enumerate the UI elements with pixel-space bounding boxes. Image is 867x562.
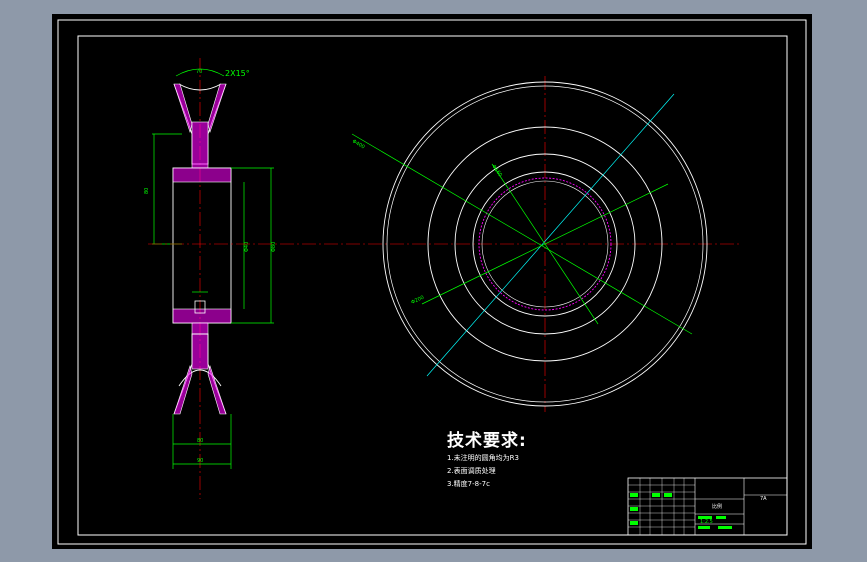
top-width-label: 70	[196, 69, 202, 75]
d-mid-label: Φ200	[410, 295, 425, 306]
top-right-hatch	[207, 83, 227, 134]
d-outer-label: Φ400	[351, 139, 366, 151]
left-height-label: 80	[144, 188, 150, 194]
bottom-web-hatch	[191, 322, 209, 370]
side-dimensions	[152, 68, 274, 469]
outer-frame	[57, 19, 807, 545]
cad-viewport[interactable]: 2X15° 70 80 Φ40 Φ80 80 90 Φ400 Φ200 Φ160…	[52, 14, 812, 549]
hub-width-a-label: 80	[197, 438, 203, 444]
title-block-sheet: 7A	[760, 496, 767, 502]
title-block-scale-label: 比例	[712, 504, 723, 510]
top-angle-label: 2X15°	[225, 69, 250, 78]
title-block	[627, 477, 788, 536]
bottom-right-hatch	[207, 364, 227, 415]
title-block-ratio: 1:2.5	[700, 519, 713, 525]
bottom-left-hatch	[173, 364, 193, 415]
bore-label: Φ40	[244, 242, 250, 252]
side-section-view: 2X15° 70 80 Φ40 Φ80 80 90	[144, 58, 277, 499]
hub-bottom-hatch	[172, 308, 232, 324]
drawing-canvas: 2X15° 70 80 Φ40 Φ80 80 90 Φ400 Φ200 Φ160	[57, 19, 807, 545]
tech-note-3: 3.精度7-8-7c	[447, 480, 490, 488]
tech-note-2: 2.表面调质处理	[447, 467, 496, 475]
front-circular-view: Φ400 Φ200 Φ160	[148, 76, 742, 412]
top-web-hatch	[191, 121, 209, 169]
hub-width-b-label: 90	[197, 458, 203, 464]
top-left-hatch	[173, 83, 193, 134]
tech-note-1: 1.未注明的圆角均为R3	[447, 454, 519, 462]
hub-outline	[172, 167, 232, 324]
hub-top-hatch	[172, 167, 232, 183]
hub-outer-label: Φ80	[271, 242, 277, 252]
tech-requirements-title: 技术要求:	[447, 431, 527, 451]
diameter-leaders	[351, 133, 693, 335]
